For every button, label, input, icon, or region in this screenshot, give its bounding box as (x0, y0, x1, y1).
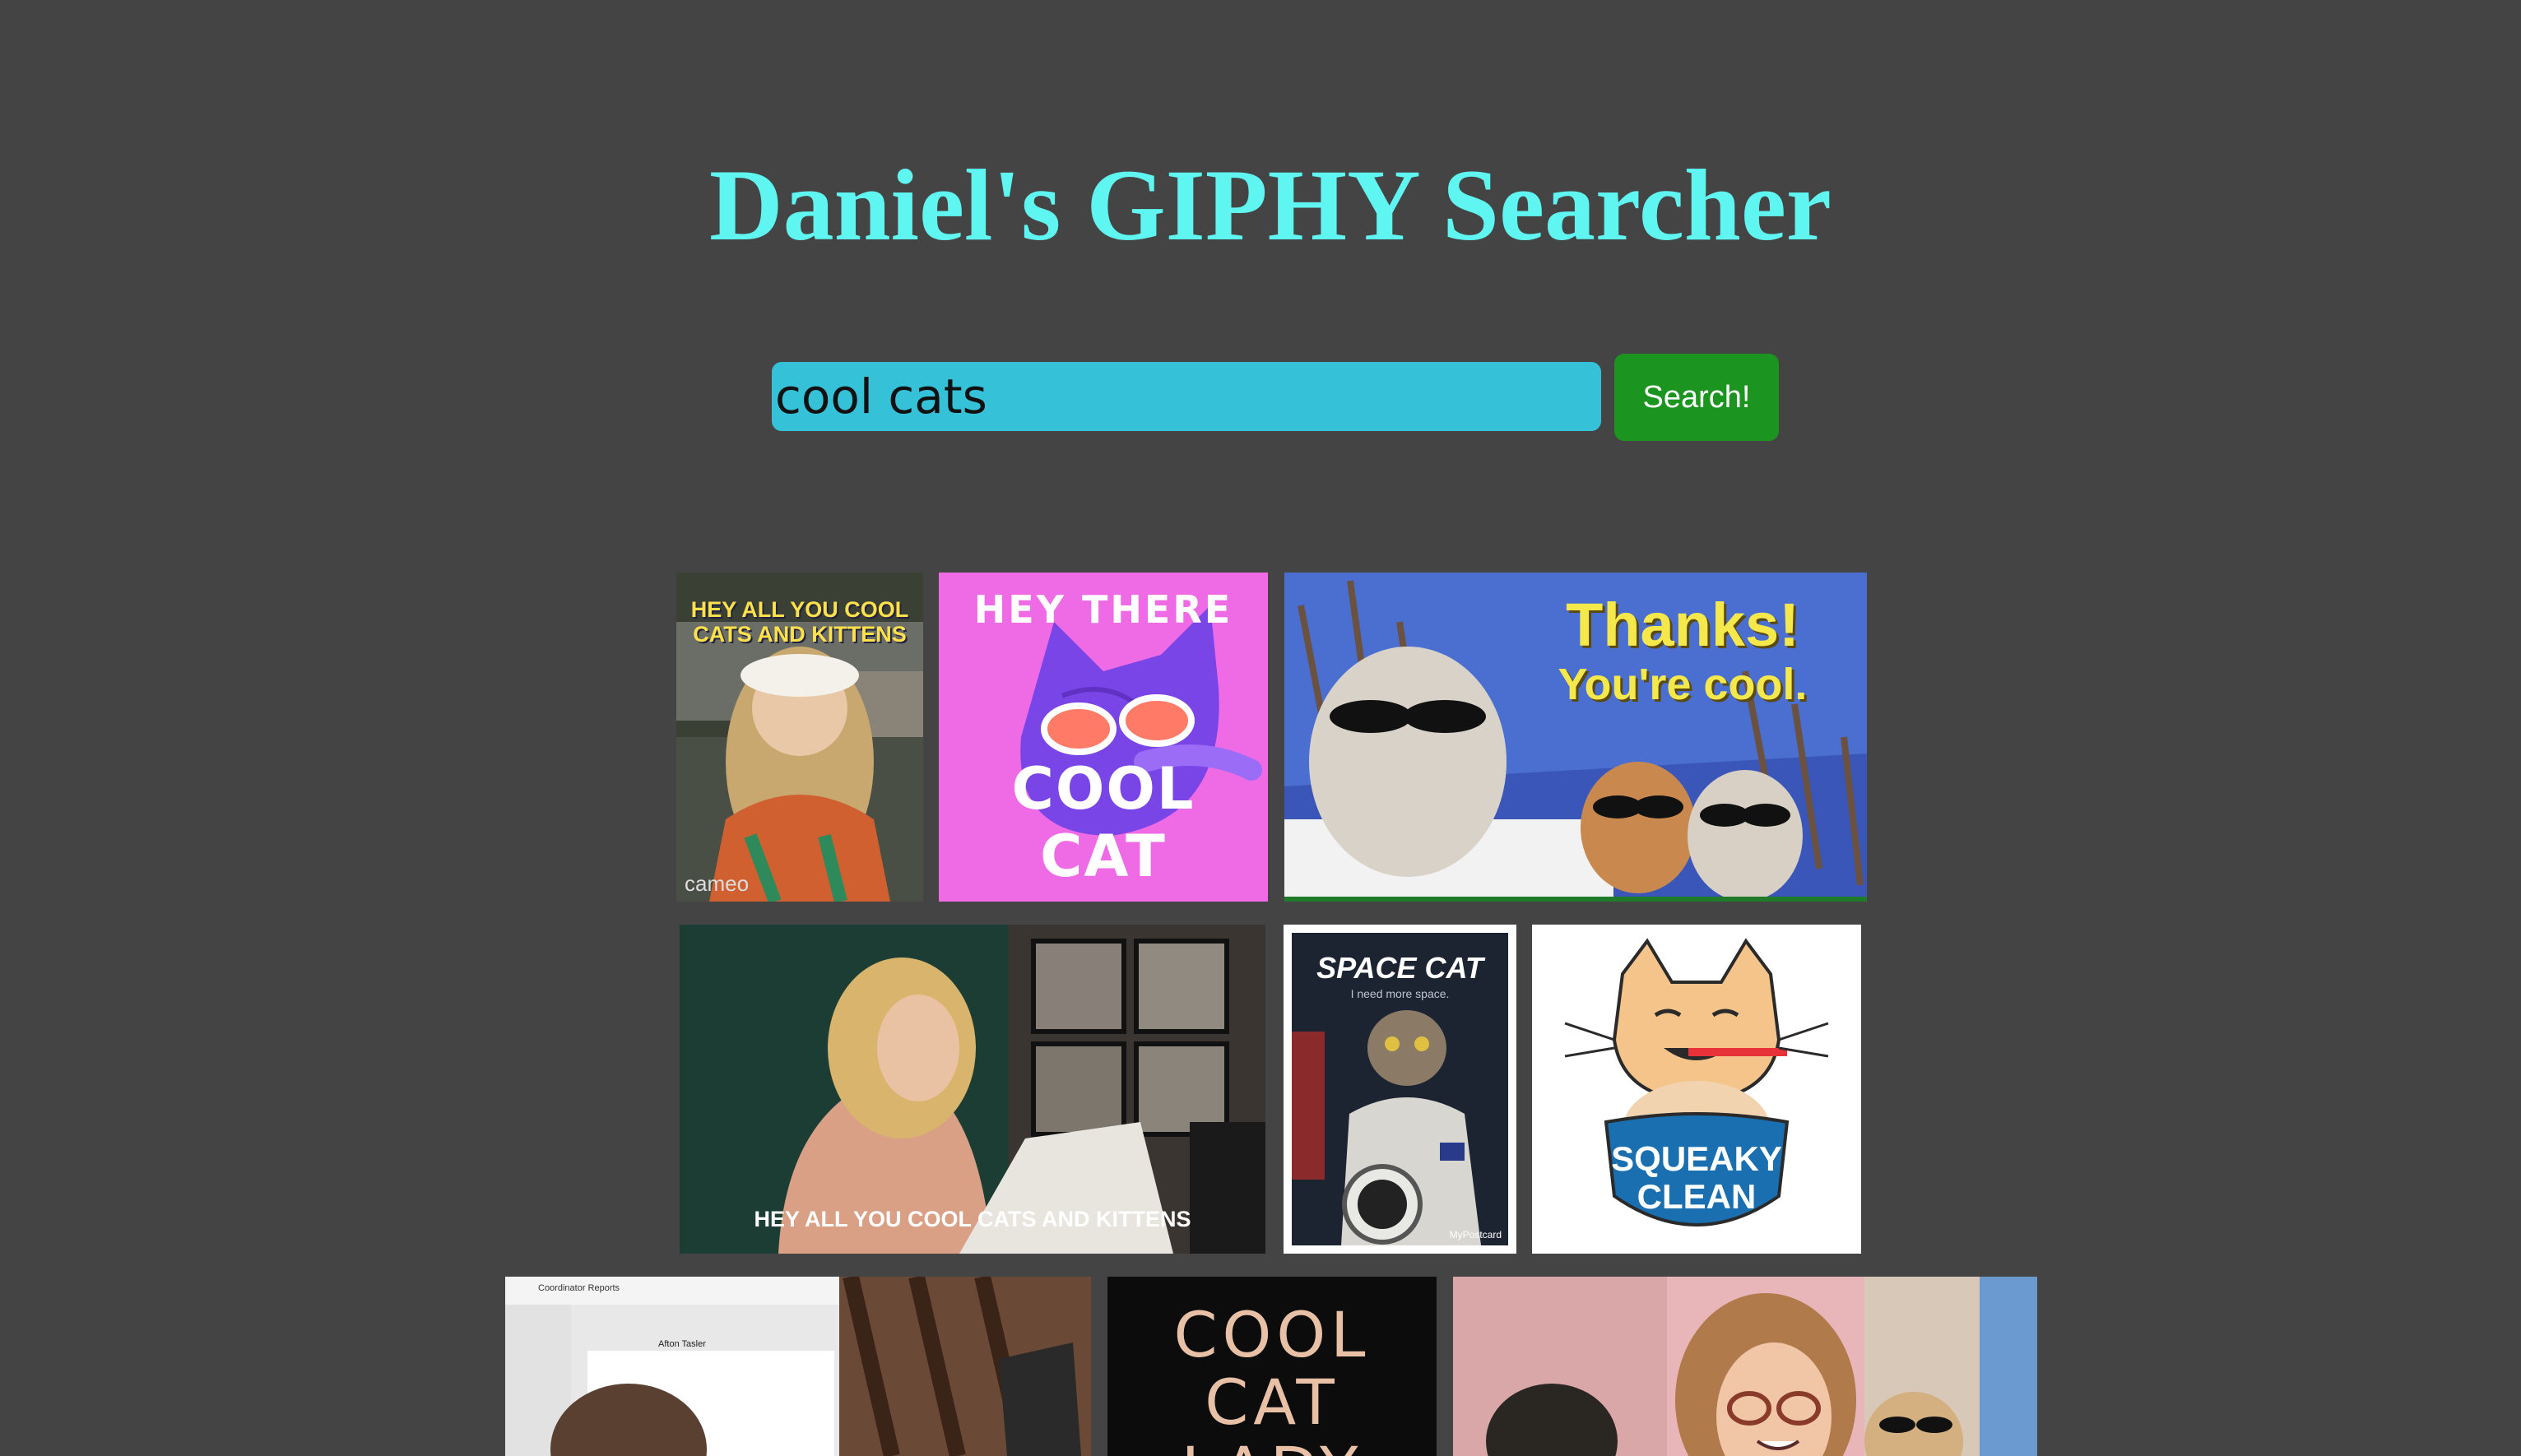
page-title: Daniel's GIPHY Searcher (709, 149, 1832, 262)
caption-line: COOL (1173, 1298, 1371, 1371)
gif-watermark: cameo (685, 871, 750, 896)
search-button[interactable]: Search! (1614, 354, 1779, 441)
caption-line: You're cool. (1558, 660, 1808, 709)
gif-caption: COOL CAT LADY (1107, 1301, 1437, 1456)
gif-caption: HEY ALL YOU COOL CATS AND KITTENS (754, 1207, 1191, 1231)
gif-result-9[interactable] (1453, 1277, 2037, 1456)
caption-line: CLEAN (1637, 1177, 1757, 1216)
gif-result-4[interactable]: HEY ALL YOU COOL CATS AND KITTENS (680, 925, 1265, 1254)
gif-caption: SPACE CAT (1316, 951, 1483, 985)
caption-line: CATS AND KITTENS (693, 622, 907, 647)
gif-image (505, 1277, 1091, 1456)
gif-subcaption: I need more space. (1350, 987, 1450, 1000)
gif-image (680, 925, 1265, 1254)
gif-image (1453, 1277, 2037, 1456)
caption-line: LADY (1107, 1436, 1437, 1456)
gif-result-6[interactable]: SQUEAKY CLEAN (1532, 925, 1861, 1254)
caption-line: Thanks! (1566, 591, 1799, 659)
caption-line: CAT (1205, 1366, 1339, 1439)
app-header-text: Coordinator Reports (538, 1283, 620, 1293)
gif-result-5[interactable]: SPACE CAT I need more space. MyPostcard (1284, 925, 1516, 1254)
postcard: SPACE CAT I need more space. MyPostcard (1292, 933, 1508, 1245)
gif-watermark: MyPostcard (1449, 1229, 1502, 1240)
search-input[interactable] (772, 362, 1601, 431)
gif-result-3[interactable]: Thanks! You're cool. (1284, 573, 1867, 902)
gif-caption: SQUEAKY CLEAN (1532, 1140, 1861, 1216)
gif-result-8[interactable]: COOL CAT LADY (1107, 1277, 1437, 1456)
gif-caption: Thanks! You're cool. (1498, 591, 1867, 709)
gif-result-1[interactable]: HEY ALL YOU COOL CATS AND KITTENS cameo (676, 573, 923, 902)
post-author: Afton Tasler (658, 1339, 706, 1349)
gif-caption-top: HEY THERE (973, 587, 1233, 632)
caption-line: SQUEAKY (1611, 1139, 1782, 1178)
gif-result-2[interactable]: HEY THERE COOL CAT (939, 573, 1268, 902)
gif-result-7[interactable]: Coordinator Reports Afton Tasler (505, 1277, 1091, 1456)
gif-caption-bottom: COOL CAT (1011, 755, 1196, 890)
caption-line: HEY ALL YOU COOL (690, 597, 909, 622)
gif-caption: HEY ALL YOU COOL CATS AND KITTENS (676, 597, 923, 647)
